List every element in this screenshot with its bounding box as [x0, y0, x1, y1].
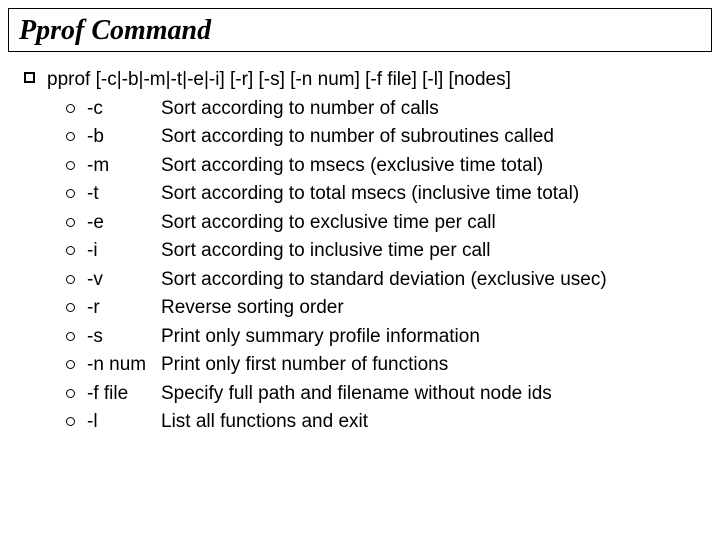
circle-bullet-icon	[66, 132, 75, 141]
list-item: -n num Print only first number of functi…	[66, 351, 704, 380]
option-flag: -i	[87, 237, 161, 266]
option-flag: -s	[87, 323, 161, 352]
option-flag: -b	[87, 123, 161, 152]
content-area: pprof [-c|-b|-m|-t|-e|-i] [-r] [-s] [-n …	[0, 66, 720, 437]
circle-bullet-icon	[66, 332, 75, 341]
option-flag: -n num	[87, 351, 161, 380]
option-desc: List all functions and exit	[161, 408, 704, 437]
option-desc: Reverse sorting order	[161, 294, 704, 323]
option-desc: Sort according to inclusive time per cal…	[161, 237, 704, 266]
option-flag: -m	[87, 152, 161, 181]
list-item: -v Sort according to standard deviation …	[66, 266, 704, 295]
list-item: -f file Specify full path and filename w…	[66, 380, 704, 409]
circle-bullet-icon	[66, 389, 75, 398]
option-flag: -r	[87, 294, 161, 323]
option-desc: Print only summary profile information	[161, 323, 704, 352]
option-desc: Print only first number of functions	[161, 351, 704, 380]
circle-bullet-icon	[66, 360, 75, 369]
circle-bullet-icon	[66, 246, 75, 255]
usage-line: pprof [-c|-b|-m|-t|-e|-i] [-r] [-s] [-n …	[24, 66, 704, 95]
circle-bullet-icon	[66, 417, 75, 426]
circle-bullet-icon	[66, 104, 75, 113]
circle-bullet-icon	[66, 275, 75, 284]
list-item: -l List all functions and exit	[66, 408, 704, 437]
option-desc: Specify full path and filename without n…	[161, 380, 704, 409]
list-item: -t Sort according to total msecs (inclus…	[66, 180, 704, 209]
option-desc: Sort according to total msecs (inclusive…	[161, 180, 704, 209]
title-box: Pprof Command	[8, 8, 712, 52]
option-flag: -c	[87, 95, 161, 124]
circle-bullet-icon	[66, 218, 75, 227]
option-desc: Sort according to number of subroutines …	[161, 123, 704, 152]
list-item: -c Sort according to number of calls	[66, 95, 704, 124]
option-flag: -v	[87, 266, 161, 295]
circle-bullet-icon	[66, 189, 75, 198]
option-desc: Sort according to msecs (exclusive time …	[161, 152, 704, 181]
circle-bullet-icon	[66, 303, 75, 312]
options-list: -c Sort according to number of calls -b …	[66, 95, 704, 437]
option-desc: Sort according to number of calls	[161, 95, 704, 124]
list-item: -m Sort according to msecs (exclusive ti…	[66, 152, 704, 181]
option-flag: -t	[87, 180, 161, 209]
circle-bullet-icon	[66, 161, 75, 170]
list-item: -s Print only summary profile informatio…	[66, 323, 704, 352]
list-item: -r Reverse sorting order	[66, 294, 704, 323]
option-flag: -f file	[87, 380, 161, 409]
list-item: -b Sort according to number of subroutin…	[66, 123, 704, 152]
option-flag: -e	[87, 209, 161, 238]
square-bullet-icon	[24, 72, 35, 83]
slide-title: Pprof Command	[19, 15, 211, 46]
option-flag: -l	[87, 408, 161, 437]
list-item: -e Sort according to exclusive time per …	[66, 209, 704, 238]
usage-text: pprof [-c|-b|-m|-t|-e|-i] [-r] [-s] [-n …	[47, 66, 704, 95]
option-desc: Sort according to exclusive time per cal…	[161, 209, 704, 238]
option-desc: Sort according to standard deviation (ex…	[161, 266, 704, 295]
list-item: -i Sort according to inclusive time per …	[66, 237, 704, 266]
